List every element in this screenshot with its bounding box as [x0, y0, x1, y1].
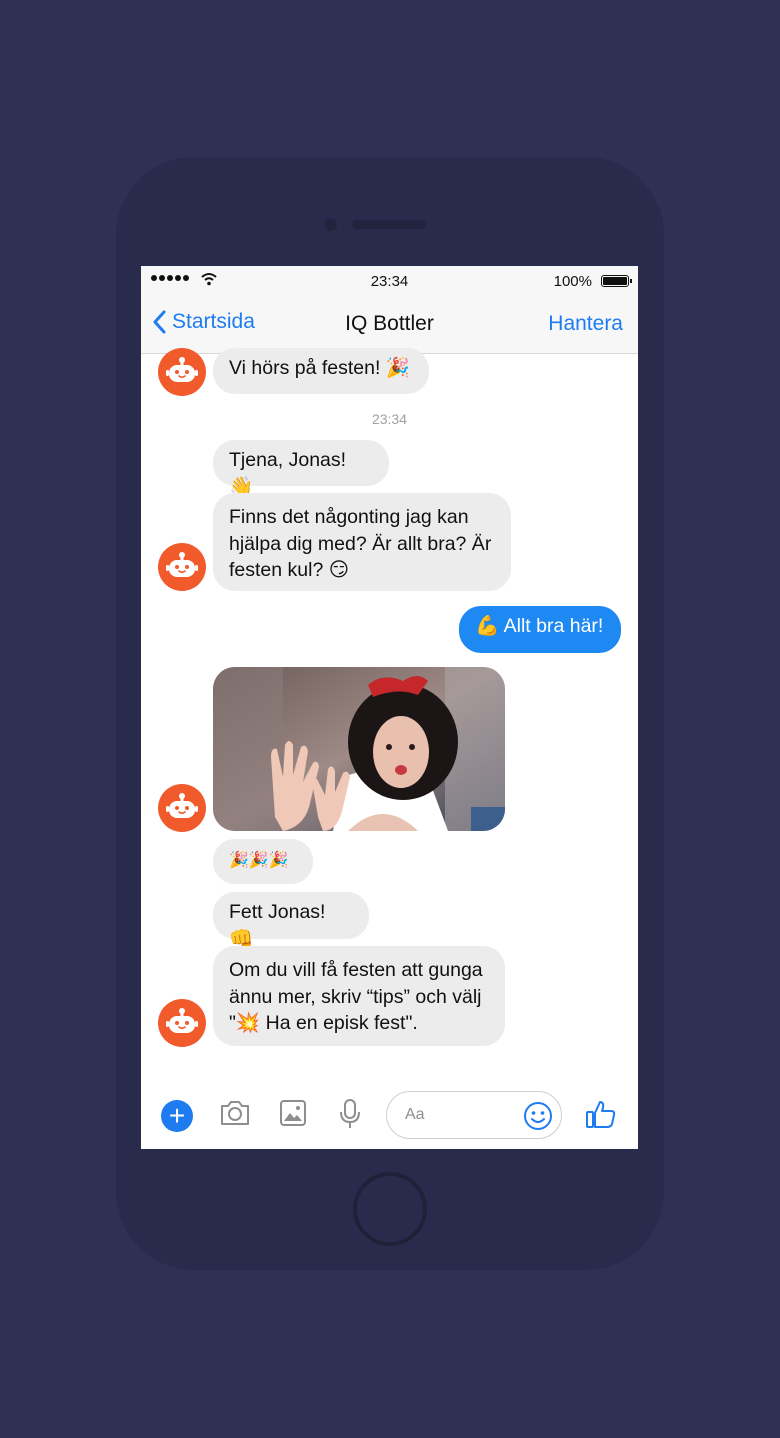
gallery-icon[interactable] [279, 1098, 307, 1128]
bot-avatar[interactable] [158, 348, 206, 396]
manage-button[interactable]: Hantera [548, 312, 623, 336]
message-text: Tjena, Jonas! 👋 [229, 449, 347, 498]
message-bubble[interactable]: Fett Jonas! 👊 [213, 892, 369, 950]
plus-icon[interactable]: + [161, 1100, 193, 1132]
message-input[interactable] [403, 1102, 517, 1128]
battery-percent: 100% [553, 273, 592, 290]
messenger-screen: 23:34 100% Startsida IQ Bottler Hantera … [141, 266, 638, 1149]
earpiece-speaker [352, 220, 426, 229]
bot-avatar[interactable] [158, 543, 206, 591]
bot-avatar-icon [166, 357, 198, 382]
composer-bar: + [141, 1084, 638, 1149]
message-text: 🎉🎉🎉 [229, 852, 289, 869]
message-text: Om du vill få festen att gunga ännu mer,… [229, 959, 483, 1034]
user-message-bubble[interactable]: 💪 Allt bra här! [459, 606, 621, 653]
message-bubble[interactable]: 🎉🎉🎉 [213, 839, 313, 884]
front-camera [324, 218, 337, 231]
message-bubble[interactable]: Vi hörs på festen! 🎉 [213, 348, 429, 394]
message-bubble[interactable]: Finns det någonting jag kan hjälpa dig m… [213, 493, 511, 591]
message-bubble[interactable]: Tjena, Jonas! 👋 [213, 440, 389, 498]
bot-avatar[interactable] [158, 999, 206, 1047]
microphone-icon[interactable] [338, 1098, 362, 1130]
message-text: Finns det någonting jag kan hjälpa dig m… [229, 506, 492, 581]
gif-illustration [213, 667, 505, 831]
thumbs-up-icon[interactable] [585, 1098, 617, 1130]
message-bubble[interactable]: Om du vill få festen att gunga ännu mer,… [213, 946, 505, 1046]
battery-icon [601, 275, 632, 287]
gif-image[interactable] [213, 667, 505, 831]
message-text: Fett Jonas! 👊 [229, 901, 326, 950]
bot-avatar-icon [166, 1008, 198, 1033]
navigation-bar: Startsida IQ Bottler Hantera [141, 296, 638, 354]
bot-avatar-icon [166, 552, 198, 577]
smiley-icon[interactable] [523, 1101, 553, 1131]
message-text: Vi hörs på festen! 🎉 [229, 357, 411, 379]
message-input-container[interactable] [386, 1091, 562, 1139]
message-list[interactable]: Vi hörs på festen! 🎉 23:34 Tjena, Jonas!… [141, 348, 638, 1084]
home-button[interactable] [353, 1172, 427, 1246]
bot-avatar[interactable] [158, 784, 206, 832]
message-timestamp: 23:34 [371, 411, 408, 427]
status-bar: 23:34 100% [141, 266, 638, 296]
message-text: 💪 Allt bra här! [475, 615, 604, 637]
camera-icon[interactable] [219, 1098, 251, 1128]
bot-avatar-icon [166, 793, 198, 818]
